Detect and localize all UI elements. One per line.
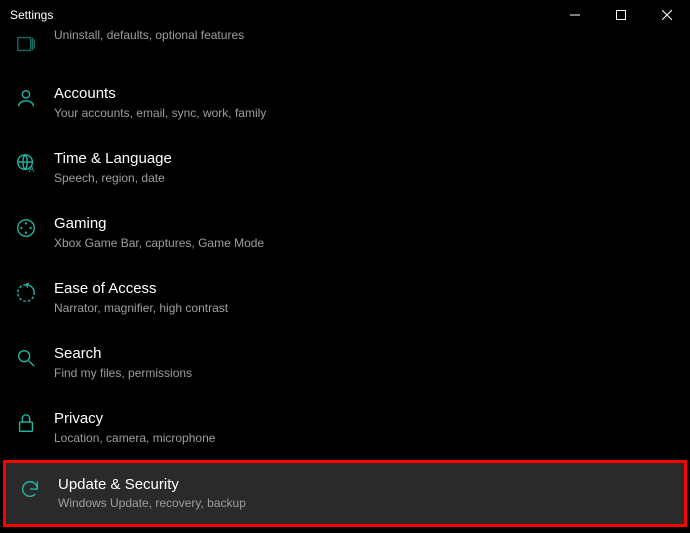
settings-item-title: Update & Security [58, 475, 246, 495]
accounts-icon [14, 86, 38, 110]
settings-item-search[interactable]: Search Find my files, permissions [0, 330, 690, 395]
settings-item-title: Gaming [54, 214, 264, 234]
settings-item-text: Privacy Location, camera, microphone [54, 409, 215, 446]
settings-item-sub: Xbox Game Bar, captures, Game Mode [54, 236, 264, 252]
close-button[interactable] [644, 0, 690, 30]
settings-item-accounts[interactable]: Accounts Your accounts, email, sync, wor… [0, 70, 690, 135]
minimize-icon [570, 10, 580, 20]
settings-item-text: Time & Language Speech, region, date [54, 149, 172, 186]
window-title: Settings [0, 8, 53, 22]
settings-item-sub: Narrator, magnifier, high contrast [54, 301, 228, 317]
maximize-icon [616, 10, 626, 20]
settings-item-time-language[interactable]: A Time & Language Speech, region, date [0, 135, 690, 200]
svg-text:A: A [29, 165, 35, 174]
settings-item-sub: Uninstall, defaults, optional features [54, 28, 244, 44]
settings-item-title: Time & Language [54, 149, 172, 169]
settings-item-sub: Find my files, permissions [54, 366, 192, 382]
close-icon [662, 10, 672, 20]
settings-item-text: Accounts Your accounts, email, sync, wor… [54, 84, 266, 121]
search-icon [14, 346, 38, 370]
window-controls [552, 0, 690, 30]
settings-item-privacy[interactable]: Privacy Location, camera, microphone [0, 395, 690, 460]
settings-item-title: Privacy [54, 409, 215, 429]
settings-item-sub: Speech, region, date [54, 171, 172, 187]
gaming-icon [14, 216, 38, 240]
ease-of-access-icon [14, 281, 38, 305]
settings-item-title: Accounts [54, 84, 266, 104]
settings-item-sub: Your accounts, email, sync, work, family [54, 106, 266, 122]
settings-item-apps[interactable]: Apps Uninstall, defaults, optional featu… [0, 26, 690, 70]
settings-item-title: Search [54, 344, 192, 364]
settings-item-gaming[interactable]: Gaming Xbox Game Bar, captures, Game Mod… [0, 200, 690, 265]
maximize-button[interactable] [598, 0, 644, 30]
settings-item-text: Gaming Xbox Game Bar, captures, Game Mod… [54, 214, 264, 251]
settings-item-sub: Windows Update, recovery, backup [58, 496, 246, 512]
time-language-icon: A [14, 151, 38, 175]
settings-item-text: Ease of Access Narrator, magnifier, high… [54, 279, 228, 316]
privacy-icon [14, 411, 38, 435]
settings-item-title: Ease of Access [54, 279, 228, 299]
settings-item-text: Search Find my files, permissions [54, 344, 192, 381]
settings-item-update-security[interactable]: Update & Security Windows Update, recove… [4, 461, 686, 526]
settings-item-text: Apps Uninstall, defaults, optional featu… [54, 26, 244, 44]
settings-item-text: Update & Security Windows Update, recove… [58, 475, 246, 512]
update-security-icon [18, 477, 42, 501]
minimize-button[interactable] [552, 0, 598, 30]
apps-icon [14, 32, 38, 56]
settings-list: Apps Uninstall, defaults, optional featu… [0, 30, 690, 526]
settings-item-ease-of-access[interactable]: Ease of Access Narrator, magnifier, high… [0, 265, 690, 330]
settings-item-sub: Location, camera, microphone [54, 431, 215, 447]
